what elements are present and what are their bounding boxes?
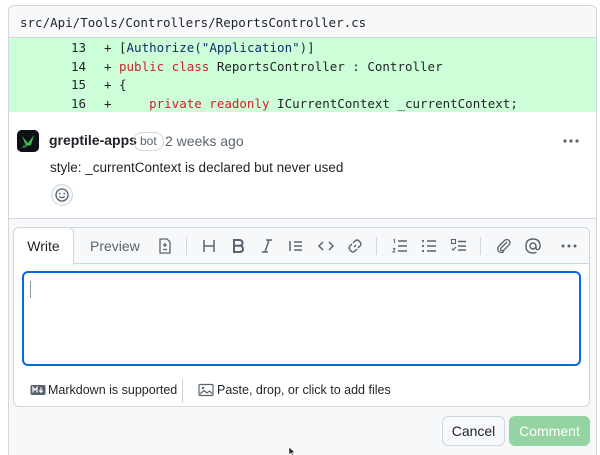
line-number[interactable]: 16 bbox=[71, 96, 86, 111]
editor-footer: Markdown is supported Paste, drop, or cl… bbox=[14, 372, 589, 406]
avatar[interactable] bbox=[17, 130, 39, 152]
italic-icon[interactable] bbox=[258, 237, 276, 255]
file-header: src/Api/Tools/Controllers/ReportsControl… bbox=[9, 6, 596, 38]
comment-textarea[interactable] bbox=[22, 271, 581, 366]
line-number[interactable]: 15 bbox=[71, 77, 86, 92]
toolbar-divider bbox=[480, 237, 481, 255]
line-number[interactable]: 13 bbox=[71, 40, 86, 55]
file-path[interactable]: src/Api/Tools/Controllers/ReportsControl… bbox=[20, 15, 366, 30]
line-number[interactable]: 14 bbox=[71, 59, 86, 74]
markdown-icon bbox=[30, 385, 46, 395]
editor-tabbar: Write Preview bbox=[14, 228, 589, 265]
attach-files-button[interactable]: Paste, drop, or click to add files bbox=[217, 383, 391, 397]
text-caret bbox=[30, 281, 31, 298]
more-icon[interactable] bbox=[560, 237, 578, 255]
numbered-list-icon[interactable] bbox=[391, 237, 409, 255]
diff-line: 16 + private readonly ICurrentContext _c… bbox=[9, 94, 596, 113]
diff-line: 15 + { bbox=[9, 75, 596, 94]
smiley-icon bbox=[55, 188, 69, 202]
cancel-button[interactable]: Cancel bbox=[442, 416, 505, 446]
comment-timestamp[interactable]: 2 weeks ago bbox=[165, 133, 244, 149]
mouse-pointer-icon bbox=[288, 446, 296, 455]
link-icon[interactable] bbox=[346, 237, 364, 255]
code-text: private readonly ICurrentContext _curren… bbox=[119, 95, 518, 111]
quote-icon[interactable] bbox=[287, 237, 305, 255]
bot-badge: bot bbox=[133, 132, 164, 151]
task-list-icon[interactable] bbox=[450, 237, 468, 255]
code-text: { bbox=[119, 77, 127, 92]
attach-icon[interactable] bbox=[495, 237, 513, 255]
add-reaction-button[interactable] bbox=[51, 184, 73, 206]
diff-marker: + bbox=[104, 95, 112, 111]
comment-body: style: _currentContext is declared but n… bbox=[50, 160, 344, 175]
heading-icon[interactable] bbox=[200, 237, 218, 255]
review-thread: src/Api/Tools/Controllers/ReportsControl… bbox=[8, 5, 597, 455]
review-comment: greptile-apps bot 2 weeks ago style: _cu… bbox=[9, 112, 596, 222]
diff-line: 13 + [Authorize("Application")] bbox=[9, 38, 596, 57]
code-text: public class ReportsController : Control… bbox=[119, 58, 443, 74]
diff-marker: + bbox=[104, 58, 112, 74]
tab-write[interactable]: Write bbox=[14, 228, 74, 265]
bullet-list-icon[interactable] bbox=[420, 237, 438, 255]
footer-divider bbox=[182, 379, 183, 403]
kebab-menu-icon[interactable] bbox=[561, 133, 581, 149]
image-icon bbox=[198, 383, 214, 397]
toolbar-divider bbox=[186, 237, 187, 255]
comment-editor: Write Preview Markdown is supported Past… bbox=[13, 227, 590, 407]
diff-marker: + bbox=[104, 40, 112, 55]
bold-icon[interactable] bbox=[229, 237, 247, 255]
diff-line: 14 + public class ReportsController : Co… bbox=[9, 57, 596, 76]
markdown-supported-link[interactable]: Markdown is supported bbox=[48, 383, 177, 397]
mention-icon[interactable] bbox=[524, 237, 542, 255]
comment-author[interactable]: greptile-apps bbox=[49, 132, 137, 148]
reply-form: Write Preview Markdown is supported Past… bbox=[9, 218, 596, 455]
diff-hunk: 13 + [Authorize("Application")] 14 + pub… bbox=[9, 38, 596, 112]
comment-button[interactable]: Comment bbox=[509, 416, 590, 446]
tab-preview[interactable]: Preview bbox=[90, 228, 140, 264]
diff-marker: + bbox=[104, 77, 112, 92]
code-text: [Authorize("Application")] bbox=[119, 40, 315, 55]
toolbar-divider bbox=[376, 237, 377, 255]
file-diff-icon[interactable] bbox=[156, 237, 174, 255]
code-icon[interactable] bbox=[317, 237, 335, 255]
